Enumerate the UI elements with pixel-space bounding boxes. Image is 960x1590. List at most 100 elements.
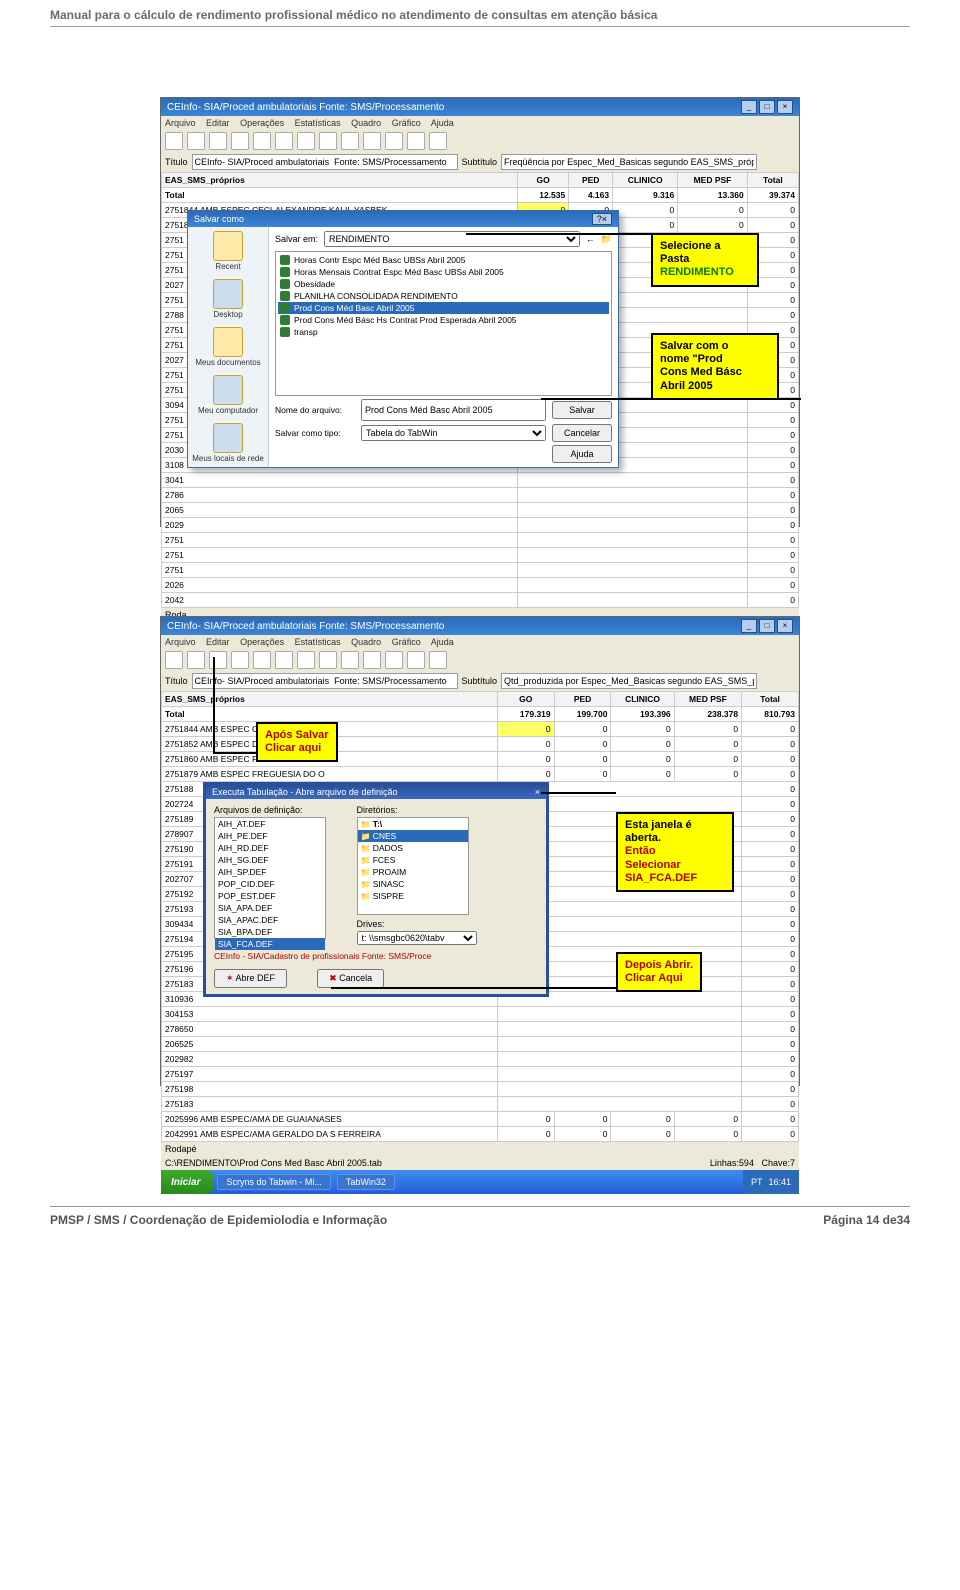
list-item[interactable]: AIH_PE.DEF: [215, 830, 325, 842]
file-item[interactable]: Prod Cons Méd Básc Hs Contrat Prod Esper…: [278, 314, 609, 326]
menu-bar[interactable]: Arquivo Editar Operações Estatísticas Qu…: [161, 635, 799, 649]
place-documents[interactable]: Meus documentos: [195, 327, 260, 367]
menu-quadro[interactable]: Quadro: [351, 118, 381, 128]
abre-def-button[interactable]: ✶ Abre DEF: [214, 969, 287, 988]
place-desktop[interactable]: Desktop: [213, 279, 243, 319]
menu-operacoes[interactable]: Operações: [240, 637, 284, 647]
list-item[interactable]: AIH_SP.DEF: [215, 866, 325, 878]
menu-grafico[interactable]: Gráfico: [392, 118, 421, 128]
diretorios-listbox[interactable]: T:\ CNES DADOS FCES PROAIM SINASC SISPRE: [357, 817, 469, 915]
tray-lang[interactable]: PT: [751, 1177, 763, 1187]
file-item[interactable]: Horas Mensais Contrat Espc Méd Basc UBSs…: [278, 266, 609, 278]
salvar-button[interactable]: Salvar: [552, 401, 612, 419]
nome-input[interactable]: [361, 399, 546, 421]
subtitulo-input[interactable]: [501, 673, 757, 689]
toolbar-icon[interactable]: [341, 651, 359, 669]
menu-quadro[interactable]: Quadro: [351, 637, 381, 647]
file-item[interactable]: transp: [278, 326, 609, 338]
minimize-icon[interactable]: _: [741, 619, 757, 633]
titulo-input[interactable]: [192, 673, 458, 689]
menu-editar[interactable]: Editar: [206, 637, 230, 647]
toolbar-icon[interactable]: [363, 651, 381, 669]
list-item[interactable]: SIA_APAC.DEF: [215, 914, 325, 926]
place-network[interactable]: Meus locais de rede: [192, 423, 264, 463]
list-item[interactable]: POP_CID.DEF: [215, 878, 325, 890]
list-item[interactable]: SIA_APA.DEF: [215, 902, 325, 914]
dir-item[interactable]: SISPRE: [358, 890, 468, 902]
toolbar-icon[interactable]: [341, 132, 359, 150]
start-button[interactable]: Iniciar: [161, 1170, 214, 1194]
list-item[interactable]: SIA_BPA.DEF: [215, 926, 325, 938]
list-item-selected[interactable]: SIA_FCA.DEF: [215, 938, 325, 950]
list-item[interactable]: POP_EST.DEF: [215, 890, 325, 902]
menu-arquivo[interactable]: Arquivo: [165, 118, 196, 128]
cancela-button[interactable]: ✖ Cancela: [317, 969, 384, 988]
toolbar-icon[interactable]: [319, 132, 337, 150]
toolbar-icon[interactable]: [407, 651, 425, 669]
toolbar-icon[interactable]: [231, 132, 249, 150]
toolbar-icon[interactable]: [209, 651, 227, 669]
restore-icon[interactable]: □: [759, 619, 775, 633]
subtitulo-input[interactable]: [501, 154, 757, 170]
list-item[interactable]: AIH_AT.DEF: [215, 818, 325, 830]
menu-operacoes[interactable]: Operações: [240, 118, 284, 128]
drives-select[interactable]: t: \\smsgbc0620\tabv: [357, 931, 477, 945]
minimize-icon[interactable]: _: [741, 100, 757, 114]
toolbar-icon[interactable]: [275, 132, 293, 150]
menu-editar[interactable]: Editar: [206, 118, 230, 128]
toolbar-icon[interactable]: [297, 651, 315, 669]
toolbar-icon[interactable]: [165, 651, 183, 669]
file-item[interactable]: Horas Contr Espc Méd Basc UBSs Abril 200…: [278, 254, 609, 266]
toolbar-icon[interactable]: [187, 651, 205, 669]
dir-item[interactable]: PROAIM: [358, 866, 468, 878]
toolbar-icon[interactable]: [253, 132, 271, 150]
toolbar-icon[interactable]: [429, 132, 447, 150]
toolbar-icon[interactable]: [275, 651, 293, 669]
dir-root[interactable]: T:\: [358, 818, 468, 830]
restore-icon[interactable]: □: [759, 100, 775, 114]
file-item[interactable]: Obesidade: [278, 278, 609, 290]
close-icon[interactable]: ×: [777, 100, 793, 114]
close-icon[interactable]: ×: [777, 619, 793, 633]
toolbar-icon[interactable]: [209, 132, 227, 150]
file-list[interactable]: Horas Contr Espc Méd Basc UBSs Abril 200…: [275, 251, 612, 396]
toolbar-icon[interactable]: [407, 132, 425, 150]
file-item-selected[interactable]: Prod Cons Méd Basc Abril 2005: [278, 302, 609, 314]
toolbar-icon[interactable]: [429, 651, 447, 669]
toolbar-icon[interactable]: [297, 132, 315, 150]
toolbar-icon[interactable]: [253, 651, 271, 669]
toolbar-icon[interactable]: [385, 651, 403, 669]
dir-item[interactable]: FCES: [358, 854, 468, 866]
file-item[interactable]: PLANILHA CONSOLIDADA RENDIMENTO: [278, 290, 609, 302]
cancelar-button[interactable]: Cancelar: [552, 424, 612, 442]
toolbar-icon[interactable]: [385, 132, 403, 150]
help-icon[interactable]: ?×: [592, 213, 612, 225]
arquivos-listbox[interactable]: AIH_AT.DEF AIH_PE.DEF AIH_RD.DEF AIH_SG.…: [214, 817, 326, 939]
toolbar-icon[interactable]: [231, 651, 249, 669]
menu-estatisticas[interactable]: Estatísticas: [295, 637, 341, 647]
menu-bar[interactable]: Arquivo Editar Operações Estatísticas Qu…: [161, 116, 799, 130]
task-scryns[interactable]: Scryns do Tabwin - Mi...: [217, 1174, 330, 1190]
toolbar-icon[interactable]: [187, 132, 205, 150]
list-item[interactable]: AIH_RD.DEF: [215, 842, 325, 854]
dir-item[interactable]: SINASC: [358, 878, 468, 890]
ajuda-button[interactable]: Ajuda: [552, 445, 612, 463]
menu-ajuda[interactable]: Ajuda: [431, 637, 454, 647]
menu-grafico[interactable]: Gráfico: [392, 637, 421, 647]
dir-item-selected[interactable]: CNES: [358, 830, 468, 842]
menu-estatisticas[interactable]: Estatísticas: [295, 118, 341, 128]
toolbar-icon[interactable]: [363, 132, 381, 150]
up-icon[interactable]: 📁: [601, 234, 612, 245]
dir-item[interactable]: DADOS: [358, 842, 468, 854]
task-tabwin[interactable]: TabWin32: [337, 1174, 395, 1190]
menu-arquivo[interactable]: Arquivo: [165, 637, 196, 647]
close-icon[interactable]: ×: [535, 787, 540, 797]
tipo-select[interactable]: Tabela do TabWin: [361, 425, 546, 441]
toolbar-icon[interactable]: [319, 651, 337, 669]
list-item[interactable]: AIH_SG.DEF: [215, 854, 325, 866]
toolbar-icon[interactable]: [165, 132, 183, 150]
titulo-input[interactable]: [192, 154, 458, 170]
place-computer[interactable]: Meu computador: [198, 375, 258, 415]
place-recent[interactable]: Recent: [213, 231, 243, 271]
menu-ajuda[interactable]: Ajuda: [431, 118, 454, 128]
